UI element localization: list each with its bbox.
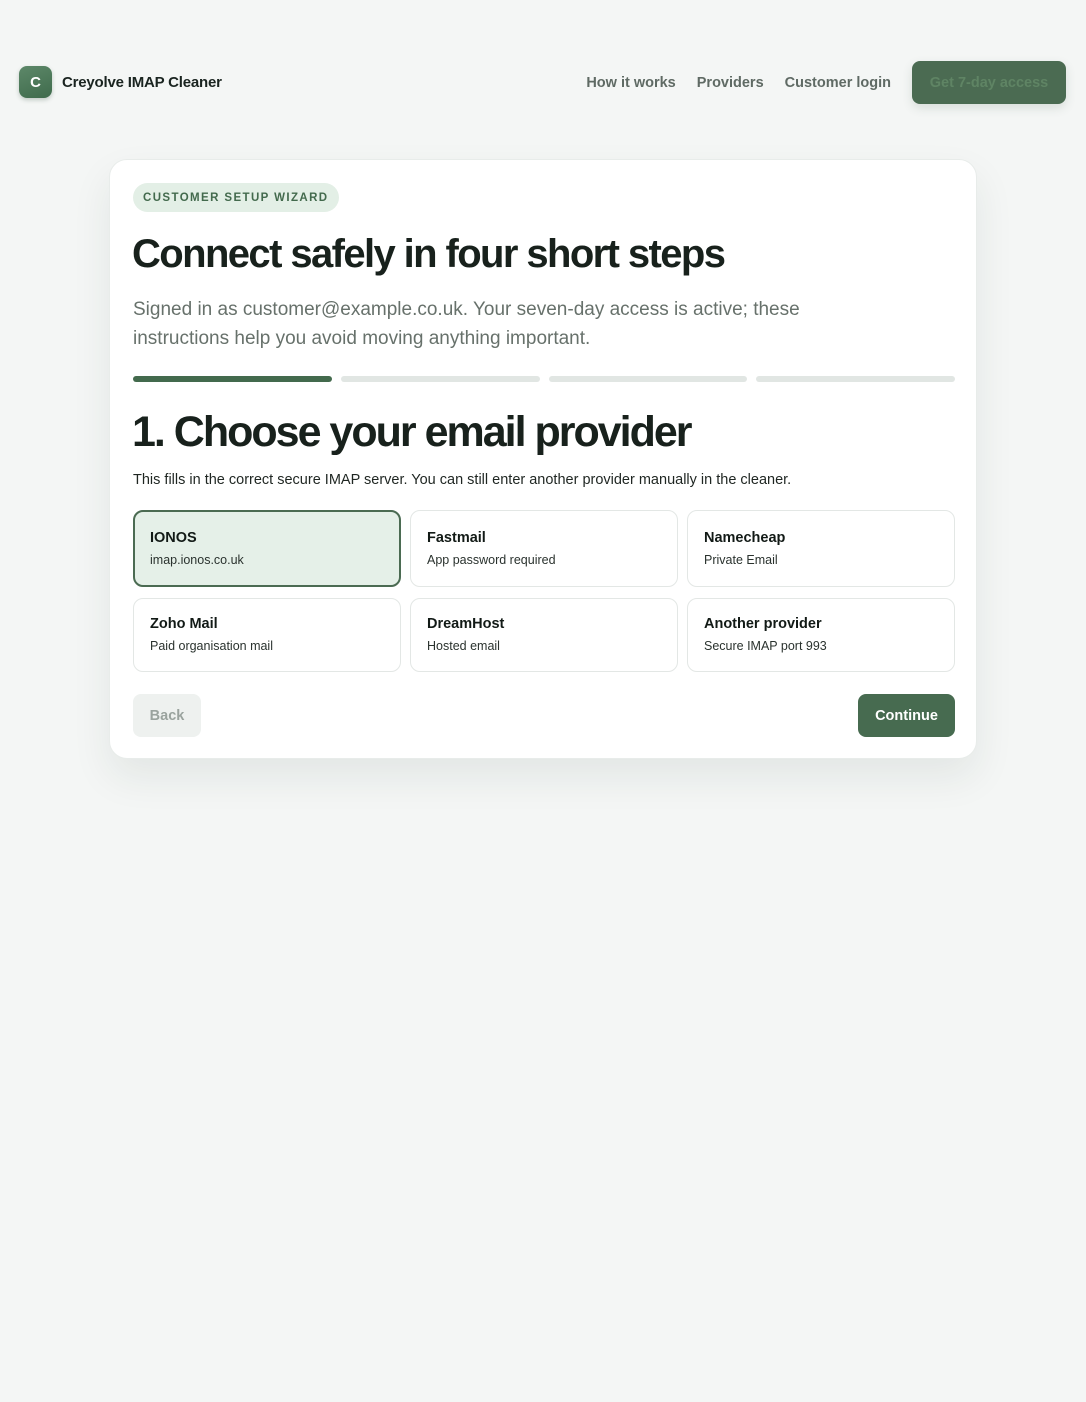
nav-link-how-it-works[interactable]: How it works	[586, 75, 675, 91]
brand[interactable]: C Creyolve IMAP Cleaner	[19, 66, 222, 98]
provider-name: Fastmail	[427, 530, 486, 546]
provider-detail: Secure IMAP port 993	[704, 639, 827, 653]
provider-detail: Hosted email	[427, 639, 500, 653]
provider-options: IONOS imap.ionos.co.uk Fastmail App pass…	[133, 510, 955, 672]
progress-segment-3	[548, 376, 748, 382]
wizard-eyebrow-badge: CUSTOMER SETUP WIZARD	[133, 183, 339, 212]
provider-detail: Private Email	[704, 553, 778, 567]
provider-option-zoho-mail[interactable]: Zoho Mail Paid organisation mail	[133, 598, 401, 672]
provider-option-another[interactable]: Another provider Secure IMAP port 993	[687, 598, 955, 672]
progress-segment-1	[133, 376, 332, 382]
page-title: Connect safely in four short steps	[132, 232, 726, 276]
step-title: 1. Choose your email provider	[132, 408, 693, 456]
provider-name: Zoho Mail	[150, 616, 218, 632]
continue-button[interactable]: Continue	[858, 694, 955, 737]
provider-detail: App password required	[427, 553, 556, 567]
logo-icon: C	[19, 66, 52, 98]
main-nav: How it works Providers Customer login Ge…	[586, 61, 1066, 104]
get-access-button[interactable]: Get 7-day access	[912, 61, 1066, 104]
provider-name: Another provider	[704, 616, 822, 632]
nav-link-customer-login[interactable]: Customer login	[785, 75, 891, 91]
top-navigation-bar: C Creyolve IMAP Cleaner How it works Pro…	[0, 0, 1086, 164]
progress-segment-4	[756, 376, 955, 382]
provider-detail: imap.ionos.co.uk	[150, 553, 244, 567]
nav-link-providers[interactable]: Providers	[697, 75, 764, 91]
provider-detail: Paid organisation mail	[150, 639, 273, 653]
brand-name: Creyolve IMAP Cleaner	[62, 73, 222, 91]
provider-option-dreamhost[interactable]: DreamHost Hosted email	[410, 598, 678, 672]
provider-option-fastmail[interactable]: Fastmail App password required	[410, 510, 678, 587]
provider-name: DreamHost	[427, 616, 505, 632]
setup-wizard-card: CUSTOMER SETUP WIZARD Connect safely in …	[109, 159, 977, 759]
progress-segment-2	[340, 376, 540, 382]
step-progress-bar	[133, 376, 955, 383]
provider-option-ionos[interactable]: IONOS imap.ionos.co.uk	[133, 510, 401, 587]
provider-name: Namecheap	[704, 530, 786, 546]
step-description: This fills in the correct secure IMAP se…	[133, 472, 792, 488]
provider-option-namecheap[interactable]: Namecheap Private Email	[687, 510, 955, 587]
provider-name: IONOS	[150, 530, 197, 546]
back-button[interactable]: Back	[133, 694, 201, 737]
account-status-text: Signed in as customer@example.co.uk. You…	[133, 299, 800, 349]
